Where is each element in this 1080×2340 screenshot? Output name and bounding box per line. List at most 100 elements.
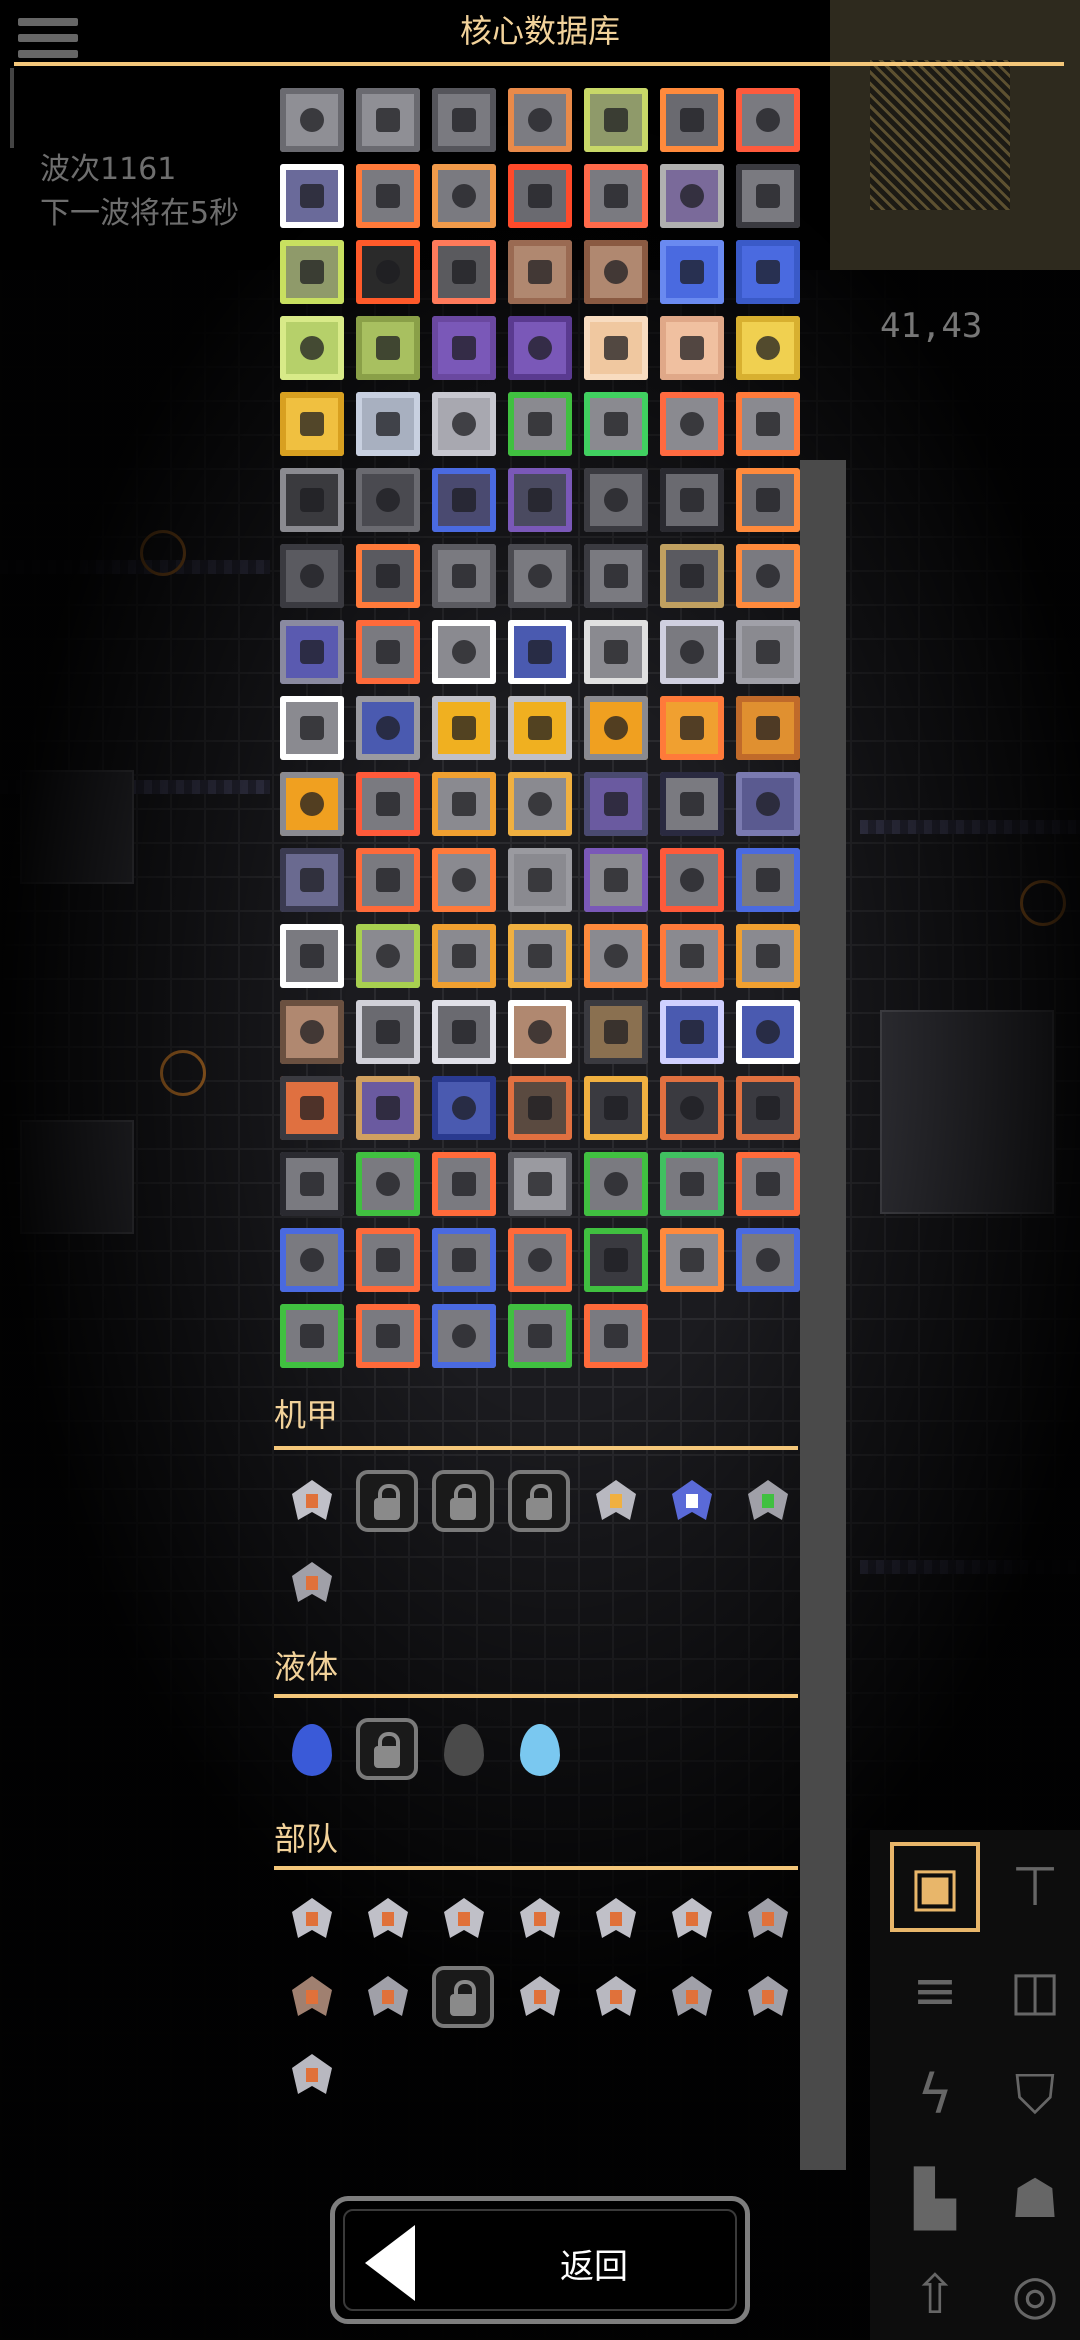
block-entry[interactable] bbox=[508, 240, 572, 304]
block-entry[interactable] bbox=[736, 468, 800, 532]
block-entry[interactable] bbox=[508, 544, 572, 608]
block-entry[interactable] bbox=[356, 1228, 420, 1292]
unit-entry[interactable] bbox=[280, 1966, 344, 2030]
block-entry[interactable] bbox=[432, 240, 496, 304]
block-entry[interactable] bbox=[508, 1228, 572, 1292]
block-entry[interactable] bbox=[736, 88, 800, 152]
block-entry[interactable] bbox=[432, 544, 496, 608]
block-entry[interactable] bbox=[584, 240, 648, 304]
block-entry[interactable] bbox=[736, 924, 800, 988]
block-entry[interactable] bbox=[432, 1304, 496, 1368]
block-entry[interactable] bbox=[432, 848, 496, 912]
block-entry[interactable] bbox=[356, 468, 420, 532]
block-entry[interactable] bbox=[584, 696, 648, 760]
block-entry[interactable] bbox=[280, 544, 344, 608]
block-entry[interactable] bbox=[508, 1152, 572, 1216]
scrollbar[interactable] bbox=[800, 460, 846, 2170]
block-entry[interactable] bbox=[280, 1304, 344, 1368]
block-entry[interactable] bbox=[280, 772, 344, 836]
unit-entry[interactable] bbox=[432, 1888, 496, 1952]
block-entry[interactable] bbox=[432, 772, 496, 836]
block-entry[interactable] bbox=[508, 620, 572, 684]
block-entry[interactable] bbox=[660, 1152, 724, 1216]
block-entry[interactable] bbox=[508, 1000, 572, 1064]
block-entry[interactable] bbox=[736, 544, 800, 608]
block-entry[interactable] bbox=[508, 1076, 572, 1140]
block-entry[interactable] bbox=[432, 88, 496, 152]
mech-entry[interactable] bbox=[280, 1552, 344, 1616]
block-entry[interactable] bbox=[432, 316, 496, 380]
block-entry[interactable] bbox=[280, 696, 344, 760]
block-entry[interactable] bbox=[356, 164, 420, 228]
block-entry[interactable] bbox=[356, 1000, 420, 1064]
block-entry[interactable] bbox=[280, 392, 344, 456]
locked-mech-entry[interactable] bbox=[356, 1470, 418, 1532]
mech-entry[interactable] bbox=[280, 1470, 344, 1534]
block-entry[interactable] bbox=[356, 924, 420, 988]
block-entry[interactable] bbox=[736, 696, 800, 760]
block-entry[interactable] bbox=[432, 696, 496, 760]
block-entry[interactable] bbox=[584, 1076, 648, 1140]
unit-entry[interactable] bbox=[508, 1966, 572, 2030]
unit-entry[interactable] bbox=[280, 2044, 344, 2108]
block-entry[interactable] bbox=[508, 1304, 572, 1368]
block-entry[interactable] bbox=[660, 544, 724, 608]
block-entry[interactable] bbox=[584, 848, 648, 912]
block-entry[interactable] bbox=[356, 392, 420, 456]
block-entry[interactable] bbox=[432, 1152, 496, 1216]
block-entry[interactable] bbox=[584, 1228, 648, 1292]
liquid-drop-icon[interactable] bbox=[520, 1724, 560, 1776]
block-entry[interactable] bbox=[660, 620, 724, 684]
block-entry[interactable] bbox=[432, 1000, 496, 1064]
block-entry[interactable] bbox=[584, 1304, 648, 1368]
block-entry[interactable] bbox=[280, 1000, 344, 1064]
block-entry[interactable] bbox=[660, 392, 724, 456]
block-entry[interactable] bbox=[432, 1228, 496, 1292]
block-entry[interactable] bbox=[736, 164, 800, 228]
block-entry[interactable] bbox=[660, 696, 724, 760]
block-entry[interactable] bbox=[584, 924, 648, 988]
block-entry[interactable] bbox=[280, 316, 344, 380]
mech-entry[interactable] bbox=[584, 1470, 648, 1534]
block-entry[interactable] bbox=[736, 620, 800, 684]
unit-entry[interactable] bbox=[736, 1966, 800, 2030]
block-entry[interactable] bbox=[736, 1000, 800, 1064]
block-entry[interactable] bbox=[660, 240, 724, 304]
block-entry[interactable] bbox=[508, 696, 572, 760]
block-entry[interactable] bbox=[280, 924, 344, 988]
block-entry[interactable] bbox=[508, 848, 572, 912]
block-entry[interactable] bbox=[660, 1076, 724, 1140]
unit-entry[interactable] bbox=[356, 1888, 420, 1952]
liquid-drop-icon[interactable] bbox=[292, 1724, 332, 1776]
block-entry[interactable] bbox=[736, 848, 800, 912]
block-entry[interactable] bbox=[356, 1304, 420, 1368]
block-entry[interactable] bbox=[584, 544, 648, 608]
block-entry[interactable] bbox=[432, 1076, 496, 1140]
block-entry[interactable] bbox=[280, 620, 344, 684]
block-entry[interactable] bbox=[356, 1152, 420, 1216]
block-entry[interactable] bbox=[280, 1228, 344, 1292]
block-entry[interactable] bbox=[280, 848, 344, 912]
mech-entry[interactable] bbox=[736, 1470, 800, 1534]
block-entry[interactable] bbox=[584, 88, 648, 152]
block-entry[interactable] bbox=[356, 848, 420, 912]
block-entry[interactable] bbox=[584, 620, 648, 684]
block-entry[interactable] bbox=[508, 164, 572, 228]
block-entry[interactable] bbox=[660, 88, 724, 152]
block-entry[interactable] bbox=[356, 620, 420, 684]
block-entry[interactable] bbox=[584, 468, 648, 532]
unit-entry[interactable] bbox=[356, 1966, 420, 2030]
block-entry[interactable] bbox=[660, 164, 724, 228]
liquid-drop-icon[interactable] bbox=[444, 1724, 484, 1776]
unit-entry[interactable] bbox=[508, 1888, 572, 1952]
unit-entry[interactable] bbox=[736, 1888, 800, 1952]
block-entry[interactable] bbox=[356, 696, 420, 760]
unit-entry[interactable] bbox=[660, 1966, 724, 2030]
block-entry[interactable] bbox=[660, 1228, 724, 1292]
block-entry[interactable] bbox=[508, 772, 572, 836]
block-entry[interactable] bbox=[280, 1152, 344, 1216]
block-entry[interactable] bbox=[584, 1000, 648, 1064]
block-entry[interactable] bbox=[736, 1228, 800, 1292]
back-button[interactable]: 返回 bbox=[330, 2196, 750, 2324]
block-entry[interactable] bbox=[432, 164, 496, 228]
